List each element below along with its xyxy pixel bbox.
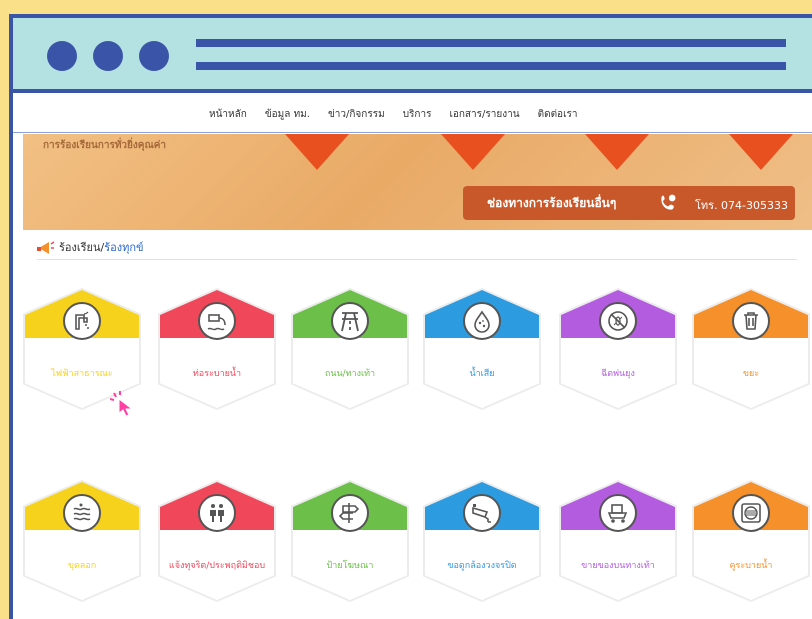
trash-icon <box>744 312 758 330</box>
other-channels-button[interactable]: ช่องทางการร้องเรียนอื่นๆ โทร. 074-305333 <box>463 186 795 220</box>
menu-news[interactable]: ข่าว/กิจกรรม <box>328 107 385 122</box>
main-menu: หน้าหลัก ข้อมูล ทม. ข่าว/กิจกรรม บริการ … <box>13 97 812 133</box>
people-icon <box>210 504 224 522</box>
service-label: คูระบายน้ำ <box>729 561 773 571</box>
service-label: น้ำเสีย <box>469 369 495 379</box>
service-label: ขุดลอก <box>67 561 97 571</box>
service-card[interactable]: ท่อระบายน้ำ <box>158 288 276 410</box>
service-label: แจ้งทุจริต/ประพฤติมิชอบ <box>168 561 266 571</box>
phone-icon <box>661 194 676 210</box>
window-dot-1[interactable] <box>47 41 77 71</box>
menu-home[interactable]: หน้าหลัก <box>209 107 247 122</box>
section-header: ร้องเรียน/ร้องทุกข์ <box>37 234 797 260</box>
drain-grate-icon-wrap <box>732 494 770 532</box>
service-label: ท่อระบายน้ำ <box>192 369 242 379</box>
service-card[interactable]: แจ้งทุจริต/ประพฤติมิชอบ <box>158 480 276 602</box>
people-icon-wrap <box>198 494 236 532</box>
window-dot-2[interactable] <box>93 41 123 71</box>
menu-contact[interactable]: ติดต่อเรา <box>538 107 578 122</box>
vendor-cart-icon <box>607 504 628 523</box>
waves-icon-wrap <box>63 494 101 532</box>
service-card[interactable]: คูระบายน้ำ <box>692 480 810 602</box>
cctv-icon <box>472 504 491 523</box>
service-label: ฉีดพ่นยุง <box>601 369 635 379</box>
road-icon <box>341 312 359 332</box>
banner-marker <box>285 134 349 170</box>
road-icon-wrap <box>331 302 369 340</box>
water-tap-icon <box>75 311 89 330</box>
menu-services[interactable]: บริการ <box>403 107 432 122</box>
other-channels-label: ช่องทางการร้องเรียนอื่นๆ <box>487 195 617 210</box>
service-label: ป้ายโฆษณา <box>326 561 374 571</box>
phone-number: โทร. 074-305333 <box>695 199 789 212</box>
pointer-cursor-icon <box>110 391 134 417</box>
service-label: ขยะ <box>742 369 760 379</box>
waves-icon <box>73 503 91 521</box>
service-card[interactable]: ขยะ <box>692 288 810 410</box>
banner-text: การร้องเรียนการทั่วยิ่งคุณค่า <box>43 140 167 151</box>
signpost-icon-wrap <box>331 494 369 532</box>
service-card[interactable]: ฉีดพ่นยุง <box>559 288 677 410</box>
cctv-icon-wrap <box>463 494 501 532</box>
service-label: ขายของบนทางเท้า <box>581 561 655 571</box>
titlebar-line-2 <box>196 62 786 70</box>
vendor-cart-icon-wrap <box>599 494 637 532</box>
menu-about[interactable]: ข้อมูล ทม. <box>265 107 310 122</box>
drain-grate-icon <box>741 503 761 523</box>
service-card[interactable]: ขายของบนทางเท้า <box>559 480 677 602</box>
menu-documents[interactable]: เอกสาร/รายงาน <box>449 107 519 122</box>
banner-marker <box>441 134 505 170</box>
service-label: ไฟฟ้าสาธารณะ <box>51 369 113 379</box>
drain-pipe-icon <box>207 314 226 331</box>
megaphone-icon <box>37 240 55 254</box>
banner-marker <box>585 134 649 170</box>
trash-icon-wrap <box>732 302 770 340</box>
service-card[interactable]: ถนน/ทางเท้า <box>291 288 409 410</box>
service-label: ขอดูกล้องวงจรปิด <box>447 561 517 571</box>
service-card[interactable]: ขุดลอก <box>23 480 141 602</box>
service-card[interactable]: ป้ายโฆษณา <box>291 480 409 602</box>
no-mosquito-icon <box>608 311 628 331</box>
water-drop-icon-wrap <box>463 302 501 340</box>
service-card[interactable]: ขอดูกล้องวงจรปิด <box>423 480 541 602</box>
titlebar-line-1 <box>196 39 786 47</box>
no-mosquito-icon-wrap <box>599 302 637 340</box>
signpost-icon <box>338 503 360 523</box>
water-drop-icon <box>474 310 490 333</box>
service-card[interactable]: น้ำเสีย <box>423 288 541 410</box>
section-title: ร้องเรียน/ร้องทุกข์ <box>59 240 144 254</box>
water-tap-icon-wrap <box>63 302 101 340</box>
drain-pipe-icon-wrap <box>198 302 236 340</box>
service-label: ถนน/ทางเท้า <box>324 369 376 379</box>
browser-window: หน้าหลัก ข้อมูล ทม. ข่าว/กิจกรรม บริการ … <box>9 14 812 619</box>
banner-marker <box>729 134 793 170</box>
window-titlebar <box>13 18 812 93</box>
section-title-link[interactable]: ร้องทุกข์ <box>104 241 143 254</box>
window-dot-3[interactable] <box>139 41 169 71</box>
hero-banner: การร้องเรียนการทั่วยิ่งคุณค่า ช่องทางการ… <box>23 134 812 230</box>
